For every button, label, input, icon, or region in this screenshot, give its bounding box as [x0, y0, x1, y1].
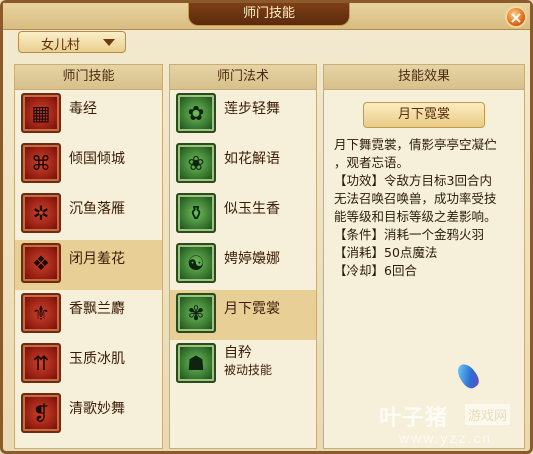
sect-spells-panel: 师门法术 ✿ 莲步轻舞 ❀ 如花解语 ⚱ 似玉生香 ☯ 娉婷嬝娜 ✾ 月下霓裳 … [169, 64, 317, 449]
beauty-icon: ⌘ [21, 143, 61, 183]
sect-skill-name: 玉质冰肌 [69, 351, 125, 367]
sect-skill-name: 清歌妙舞 [69, 401, 125, 417]
watermark-url: www.yzz.cn [399, 430, 493, 446]
skill-effect-panel: 技能效果 月下霓裳 月下舞霓裳，倩影亭亭空凝伫 ，观者忘语。 【功效】令敌方目标… [323, 64, 525, 449]
title-bar: 师门技能 [3, 3, 530, 30]
sect-skills-header: 师门技能 [15, 65, 162, 90]
jade-skin-icon: ⇈ [21, 343, 61, 383]
fish-goose-icon: ✲ [21, 193, 61, 233]
song-dance-icon: ❡ [21, 393, 61, 433]
close-button[interactable]: × [505, 6, 527, 28]
lotus-step-icon: ✿ [176, 93, 216, 133]
moon-dress-icon: ✾ [176, 293, 216, 333]
skills-window: 师门技能 × 女儿村 师门技能 ▦ 毒经 ⌘ 倾国倾城 ✲ 沉鱼落雁 ❖ 闭月羞… [0, 0, 533, 454]
fragrance-icon: ⚜ [21, 293, 61, 333]
spell-row-selected[interactable]: ✾ 月下霓裳 [170, 290, 316, 340]
window-title: 师门技能 [188, 3, 350, 26]
spell-name: 似玉生香 [224, 201, 280, 217]
spell-subtitle: 被动技能 [224, 363, 273, 377]
sect-skill-name: 闭月羞花 [69, 251, 125, 267]
spell-name: 自矜 [224, 345, 252, 361]
sect-skill-name: 沉鱼落雁 [69, 201, 125, 217]
flower-speech-icon: ❀ [176, 143, 216, 183]
description-line: 【条件】消耗一个金鸦火羽 [334, 227, 485, 242]
sect-skill-row[interactable]: ✲ 沉鱼落雁 [15, 190, 162, 240]
description-line: 【功效】令敌方目标3回合内 [334, 173, 492, 188]
skill-effect-header: 技能效果 [324, 65, 524, 90]
close-icon: × [509, 8, 523, 27]
description-line: ，观者忘语。 [334, 155, 410, 170]
watermark-net: 游戏网 [465, 404, 511, 425]
spell-name: 如花解语 [224, 151, 280, 167]
spell-name: 莲步轻舞 [224, 101, 280, 117]
watermark-brand: 叶子猪 [379, 405, 449, 430]
sect-skill-row-selected[interactable]: ❖ 闭月羞花 [15, 240, 162, 290]
sect-skill-row[interactable]: ⌘ 倾国倾城 [15, 140, 162, 190]
description-line: 【消耗】50点魔法 [334, 245, 438, 260]
spell-row[interactable]: ✿ 莲步轻舞 [170, 90, 316, 140]
sect-dropdown-value: 女儿村 [41, 38, 81, 53]
sect-skills-panel: 师门技能 ▦ 毒经 ⌘ 倾国倾城 ✲ 沉鱼落雁 ❖ 闭月羞花 ⚜ 香飘兰麝 ⇈ … [14, 64, 163, 449]
description-line: 能等级和目标等级之差影响。 [334, 209, 497, 224]
spell-row[interactable]: ☗ 自矜 被动技能 [170, 340, 316, 390]
jade-fragrance-icon: ⚱ [176, 193, 216, 233]
spell-name: 月下霓裳 [224, 301, 280, 317]
graceful-lips-icon: ☯ [176, 243, 216, 283]
sect-skill-row[interactable]: ⚜ 香飘兰麝 [15, 290, 162, 340]
sect-skill-name: 倾国倾城 [69, 151, 125, 167]
description-line: 【冷却】6回合 [334, 263, 417, 278]
sect-spells-header: 师门法术 [170, 65, 316, 90]
sect-skill-name: 毒经 [69, 101, 97, 117]
spell-row[interactable]: ❀ 如花解语 [170, 140, 316, 190]
skill-effect-description: 月下舞霓裳，倩影亭亭空凝伫 ，观者忘语。 【功效】令敌方目标3回合内 无法召唤召… [334, 136, 514, 280]
handshake-icon: ☗ [176, 343, 216, 383]
poison-scripture-icon: ▦ [21, 93, 61, 133]
spell-name: 娉婷嬝娜 [224, 251, 280, 267]
sect-skill-row[interactable]: ▦ 毒经 [15, 90, 162, 140]
skill-effect-title: 月下霓裳 [363, 102, 485, 128]
sect-skill-row[interactable]: ⇈ 玉质冰肌 [15, 340, 162, 390]
watermark: 叶子猪 游戏网 www.yzz.cn [379, 398, 529, 448]
sect-skill-row[interactable]: ❡ 清歌妙舞 [15, 390, 162, 440]
moon-flower-icon: ❖ [21, 243, 61, 283]
sect-dropdown[interactable]: 女儿村 [18, 31, 126, 53]
chevron-down-icon [103, 39, 115, 46]
sect-skill-name: 香飘兰麝 [69, 301, 125, 317]
description-line: 无法召唤召唤兽，成功率受技 [334, 191, 497, 206]
spell-row[interactable]: ⚱ 似玉生香 [170, 190, 316, 240]
spell-row[interactable]: ☯ 娉婷嬝娜 [170, 240, 316, 290]
description-line: 月下舞霓裳，倩影亭亭空凝伫 [334, 137, 497, 152]
